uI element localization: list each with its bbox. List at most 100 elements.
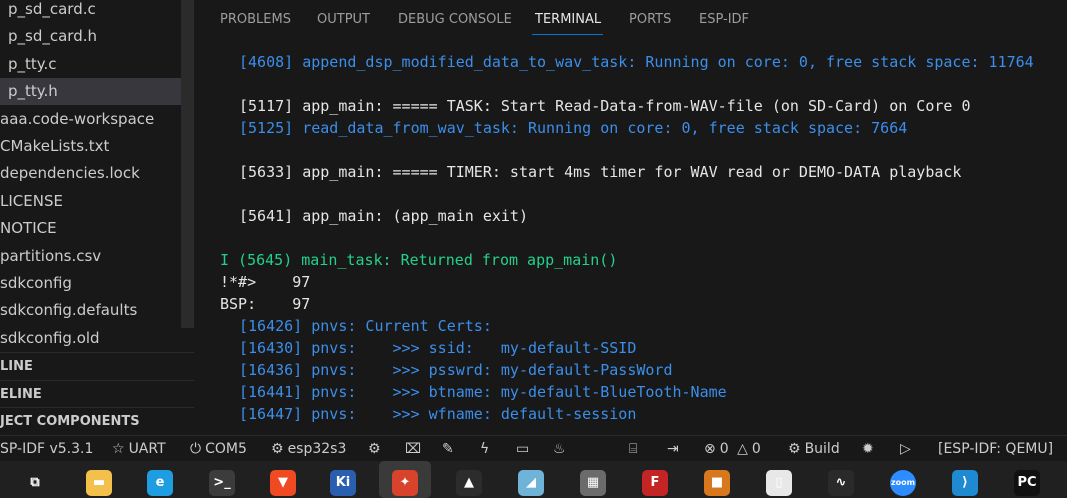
tab-ports[interactable]: PORTS xyxy=(629,12,671,27)
file-item[interactable]: p_sd_card.c xyxy=(0,0,96,23)
file-explorer-icon[interactable]: ▬ xyxy=(86,470,112,496)
file-item[interactable]: partitions.csv xyxy=(0,243,101,270)
debug-button[interactable]: ✹ xyxy=(862,439,874,459)
pycharm-icon[interactable]: PC xyxy=(1014,470,1040,496)
error-icon: ⊗ xyxy=(704,441,716,457)
port-item[interactable]: ⏻ COM5 xyxy=(190,439,247,459)
terminal-button[interactable]: ⌸ xyxy=(629,439,637,459)
file-label: p_tty.h xyxy=(8,82,58,101)
file-item[interactable]: LICENSE xyxy=(0,188,63,215)
flame-icon: ♨ xyxy=(553,441,566,457)
problems-item[interactable]: ⊗ 0 △ 0 xyxy=(704,439,761,459)
file-item[interactable]: CMakeLists.txt xyxy=(0,133,109,160)
terminal-output[interactable]: [4608] append_dsp_modified_data_to_wav_t… xyxy=(194,40,1067,435)
error-count: 0 xyxy=(719,441,729,457)
status-bar: SP-IDF v5.3.1 ☆ UART ⏻ COM5 ⚙ esp32s3 ⚙ ⌧ ✎… xyxy=(0,435,1067,461)
task-view-icon[interactable]: ⧉ xyxy=(22,470,48,496)
file-item[interactable]: p_sd_card.h xyxy=(0,23,97,50)
trash-icon: ⌧ xyxy=(405,441,422,457)
terminal-line: [5117] app_main: ===== TASK: Start Read-… xyxy=(239,97,971,115)
notes-icon[interactable]: ◢ xyxy=(518,470,544,496)
build-item[interactable]: ⚙ Build xyxy=(788,439,840,459)
file-item[interactable]: sdkconfig.defaults xyxy=(0,297,137,324)
file-item[interactable]: p_tty.c xyxy=(0,51,57,78)
plug-icon: ⏻ xyxy=(190,441,202,457)
terminal-line: [16447] pnvs: >>> wfname: default-sessio… xyxy=(239,405,637,423)
file-label: dependencies.lock xyxy=(0,164,140,183)
zoom-icon[interactable]: zoom xyxy=(890,470,916,496)
terminal-line: I (5645) main_task: Returned from app_ma… xyxy=(220,251,618,269)
edge-icon[interactable]: e xyxy=(147,470,173,496)
file-item[interactable]: p_tty.h xyxy=(0,78,194,106)
kicad-icon[interactable]: Ki xyxy=(330,470,356,496)
bug-icon: ✹ xyxy=(862,441,874,457)
audio-app-icon[interactable]: ∿ xyxy=(828,470,854,496)
file-label: aaa.code-workspace xyxy=(0,109,155,128)
explorer-section-header[interactable]: JECT COMPONENTS xyxy=(0,407,194,435)
active-tab-indicator xyxy=(532,34,603,35)
port-label: COM5 xyxy=(205,441,247,457)
file-label: LICENSE xyxy=(0,191,63,210)
tab-terminal[interactable]: TERMINAL xyxy=(535,12,601,27)
run-button[interactable]: ▷ xyxy=(900,439,911,459)
bottom-panel: PROBLEMS OUTPUT DEBUG CONSOLE TERMINAL PORTS… xyxy=(194,0,1067,435)
terminal-line: [16430] pnvs: >>> ssid: my-default-SSID xyxy=(239,339,637,357)
file-item[interactable]: dependencies.lock xyxy=(0,160,140,187)
settings-button[interactable]: ⚙ xyxy=(368,439,381,459)
terminal-line: [16441] pnvs: >>> btname: my-default-Blu… xyxy=(239,383,727,401)
file-label: CMakeLists.txt xyxy=(0,137,110,155)
flash-monitor-button[interactable]: ♨ xyxy=(553,439,566,459)
tab-debug-console[interactable]: DEBUG CONSOLE xyxy=(398,12,512,27)
vscode-icon[interactable]: ⟩ xyxy=(952,470,978,496)
file-label: sdkconfig xyxy=(0,274,72,292)
inkscape-icon[interactable]: ▲ xyxy=(456,470,482,496)
foxit-icon[interactable]: F xyxy=(642,470,668,496)
monitor-button[interactable]: ▭ xyxy=(516,439,529,459)
file-label: partitions.csv xyxy=(0,246,102,265)
terminal-icon[interactable]: >_ xyxy=(209,470,235,496)
idf-version-item[interactable]: SP-IDF v5.3.1 xyxy=(0,439,93,459)
terminal-line: BSP: 97 xyxy=(220,295,311,313)
terminal-line: [5641] app_main: (app_main exit) xyxy=(239,207,528,225)
tab-problems[interactable]: PROBLEMS xyxy=(220,12,291,27)
terminal-line: [16436] pnvs: >>> psswrd: my-default-Pas… xyxy=(239,361,673,379)
app-red-icon[interactable]: ✦ xyxy=(392,470,418,496)
qemu-item[interactable]: [ESP-IDF: QEMU] xyxy=(938,439,1053,459)
explorer-section-header[interactable]: LINE xyxy=(0,352,194,380)
qemu-label: [ESP-IDF: QEMU] xyxy=(938,441,1054,457)
file-item[interactable]: sdkconfig xyxy=(0,270,72,297)
tab-output[interactable]: OUTPUT xyxy=(317,12,370,27)
monitor-icon: ▭ xyxy=(516,441,530,457)
warning-icon: △ xyxy=(737,441,748,457)
file-label: p_tty.c xyxy=(8,54,57,73)
file-item[interactable]: NOTICE xyxy=(0,215,57,242)
chip-icon: ⚙ xyxy=(271,441,284,457)
arrow-into-box-icon: ⇥ xyxy=(667,441,679,457)
tab-esp-idf[interactable]: ESP-IDF xyxy=(699,12,749,27)
box-app-icon[interactable]: ■ xyxy=(704,470,730,496)
idf-version-label: SP-IDF v5.3.1 xyxy=(0,441,94,457)
brave-icon[interactable]: ▼ xyxy=(270,470,296,496)
explorer-scrollbar[interactable] xyxy=(181,0,194,328)
run-task-button[interactable]: ⇥ xyxy=(667,439,679,459)
target-item[interactable]: ⚙ esp32s3 xyxy=(271,439,346,459)
open-folder-button[interactable]: ⌧ xyxy=(405,439,421,459)
full-clean-button[interactable]: ✎ xyxy=(442,439,454,459)
gear-icon: ⚙ xyxy=(368,441,381,457)
sd-card-tool-icon[interactable]: ▯ xyxy=(766,470,792,496)
panel-tabs: PROBLEMS OUTPUT DEBUG CONSOLE TERMINAL PORTS… xyxy=(194,0,1067,40)
build-label: Build xyxy=(804,441,840,457)
file-item[interactable]: sdkconfig.old xyxy=(0,325,100,352)
calculator-icon[interactable]: ▦ xyxy=(580,470,606,496)
terminal-line: !*#> 97 xyxy=(220,273,311,291)
uart-item[interactable]: ☆ UART xyxy=(112,439,166,459)
terminal-line: [5125] read_data_from_wav_task: Running … xyxy=(239,119,908,137)
star-icon: ☆ xyxy=(112,441,125,457)
explorer-section-header[interactable]: ELINE xyxy=(0,379,194,408)
terminal-line: [16426] pnvs: Current Certs: xyxy=(239,317,492,335)
flash-button[interactable]: ϟ xyxy=(480,439,489,459)
file-label: p_sd_card.c xyxy=(8,0,96,18)
file-label: sdkconfig.old xyxy=(0,328,100,347)
warning-count: 0 xyxy=(751,441,761,457)
file-item[interactable]: aaa.code-workspace xyxy=(0,106,154,133)
